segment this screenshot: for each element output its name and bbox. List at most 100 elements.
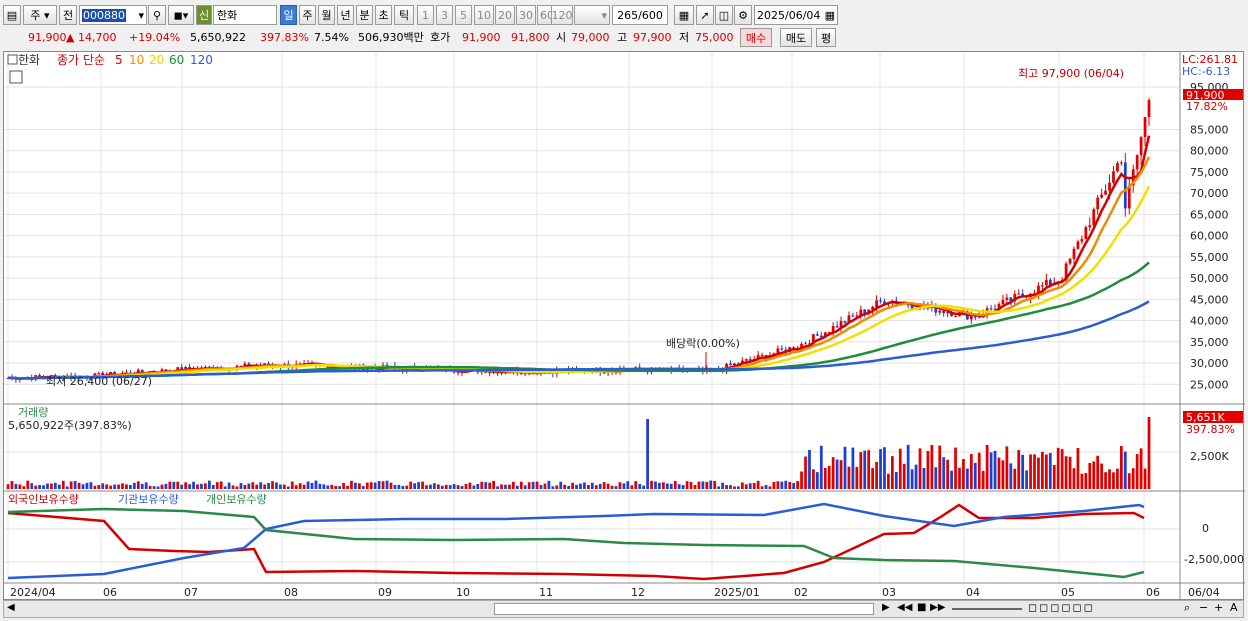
volume-bar bbox=[590, 482, 594, 489]
volume-bar bbox=[14, 483, 18, 489]
scroll-left-icon[interactable]: ◀ bbox=[7, 602, 15, 613]
volume-bar bbox=[338, 486, 342, 489]
zoom-in-icon[interactable]: + bbox=[1214, 601, 1223, 614]
settings-icon[interactable]: ⚙ bbox=[734, 5, 752, 25]
sell-button[interactable]: 매도 bbox=[780, 28, 812, 47]
volume-bar bbox=[1068, 456, 1072, 489]
calendar-icon[interactable]: ▦ bbox=[825, 9, 835, 22]
date-value: 2025/06/04 bbox=[757, 8, 821, 22]
search-icon[interactable]: ⚲ bbox=[148, 5, 166, 25]
volume-bar bbox=[942, 457, 946, 489]
volume-bar bbox=[977, 452, 981, 489]
volume-bar bbox=[839, 460, 843, 489]
volume-bar bbox=[511, 481, 515, 489]
count-field[interactable]: 265/600 bbox=[612, 5, 668, 25]
date-field[interactable]: 2025/06/04 ▦ bbox=[754, 5, 838, 25]
rewind-icon[interactable]: ◀◀ bbox=[897, 602, 912, 613]
menu-icon[interactable]: ▤ bbox=[3, 5, 21, 25]
volume-bar bbox=[97, 484, 101, 489]
volume-bar bbox=[1100, 463, 1103, 489]
volume-bar bbox=[144, 482, 148, 489]
interval-5[interactable]: 5 bbox=[455, 5, 472, 25]
volume-bar bbox=[480, 481, 484, 489]
tab-year[interactable]: 년 bbox=[337, 5, 354, 25]
volume-bar bbox=[823, 467, 827, 489]
volume-bar bbox=[693, 484, 697, 489]
scroll-thumb[interactable] bbox=[494, 603, 874, 615]
volume-bar bbox=[539, 484, 543, 489]
forward-icon[interactable]: ▶▶ bbox=[930, 602, 945, 613]
volume-bar bbox=[129, 484, 132, 489]
scroll-right-icon[interactable]: ▶ bbox=[882, 602, 890, 613]
candle-body bbox=[1080, 239, 1084, 242]
volume-bar bbox=[555, 485, 559, 489]
volume-bar bbox=[326, 485, 330, 489]
custom-interval-select[interactable]: ▾ bbox=[574, 5, 610, 25]
foreign-legend: 외국인보유수량 bbox=[8, 493, 79, 506]
volume-bar bbox=[630, 485, 634, 489]
candle-body bbox=[729, 363, 732, 366]
candle-body bbox=[875, 300, 878, 308]
avg-button[interactable]: 평 bbox=[816, 28, 836, 47]
bid-price: 91,800 bbox=[511, 31, 550, 44]
low-price: 75,000 bbox=[695, 31, 734, 44]
volume-bar bbox=[1116, 468, 1119, 489]
candle-body bbox=[1135, 155, 1139, 170]
pane-menu-icon[interactable] bbox=[7, 54, 18, 65]
speaker-icon[interactable]: ◼▾ bbox=[168, 5, 194, 25]
interval-10[interactable]: 10 bbox=[474, 5, 494, 25]
volume-bar bbox=[200, 483, 203, 489]
tab-tick[interactable]: 틱 bbox=[394, 5, 414, 25]
chart-area[interactable]: 95,000 85,000 80,000 75,000 70,000 65,000 60,0… bbox=[3, 51, 1245, 601]
tab-minute[interactable]: 분 bbox=[356, 5, 373, 25]
amount: 506,930백만 bbox=[358, 31, 424, 44]
table-icon[interactable] bbox=[9, 70, 23, 84]
volume-bar bbox=[117, 484, 120, 489]
volume-bar bbox=[1041, 451, 1044, 489]
draw-tool-icon[interactable]: ➚ bbox=[696, 5, 714, 25]
volume-bar bbox=[989, 452, 993, 489]
price-tick-label: 40,000 bbox=[1190, 315, 1229, 328]
stop-icon[interactable]: ■ bbox=[917, 602, 926, 613]
volume-bar bbox=[831, 457, 835, 489]
stock-name-field[interactable]: 한화 bbox=[213, 5, 277, 25]
tab-week[interactable]: 주 bbox=[299, 5, 316, 25]
font-size-icon[interactable]: A bbox=[1230, 601, 1238, 614]
interval-20[interactable]: 20 bbox=[495, 5, 515, 25]
interval-120[interactable]: 120 bbox=[551, 5, 573, 25]
volume-bar bbox=[279, 484, 282, 489]
volume-bar bbox=[1131, 468, 1135, 489]
tab-month[interactable]: 월 bbox=[318, 5, 335, 25]
zoom-icon[interactable]: ⌕ bbox=[1184, 601, 1190, 615]
open-label: 시 bbox=[556, 31, 567, 44]
interval-3[interactable]: 3 bbox=[436, 5, 453, 25]
candle-type-icon[interactable]: ▦ bbox=[674, 5, 694, 25]
tab-day[interactable]: 일 bbox=[280, 5, 297, 25]
view-tools-icon[interactable]: ◻◻◻◻◻◻ bbox=[1028, 601, 1095, 614]
volume-bar bbox=[638, 483, 642, 489]
buy-button[interactable]: 매수 bbox=[740, 28, 772, 47]
interval-30[interactable]: 30 bbox=[516, 5, 536, 25]
prev-button[interactable]: 전 bbox=[59, 5, 77, 25]
volume-bar bbox=[685, 481, 689, 489]
candle-body bbox=[456, 372, 460, 374]
candle-body bbox=[804, 343, 807, 345]
code-input[interactable]: 000880 ▾ bbox=[79, 5, 147, 25]
type-select[interactable]: 주 ▾ bbox=[23, 5, 57, 25]
volume-bar bbox=[954, 447, 957, 489]
volume-info: 5,650,922주(397.83%) bbox=[8, 419, 132, 432]
volume-bar bbox=[85, 482, 89, 489]
tab-second[interactable]: 초 bbox=[375, 5, 392, 25]
candle-body bbox=[97, 372, 101, 374]
volume-bar bbox=[294, 485, 298, 489]
volume-bar bbox=[938, 445, 942, 489]
scroll-bar[interactable]: ◀ ▶ ◀◀ ■ ▶▶ ◻◻◻◻◻◻ ⌕ − + A bbox=[3, 600, 1244, 618]
x-axis-label: 2024/04 bbox=[10, 586, 56, 599]
save-icon[interactable]: ◫ bbox=[715, 5, 733, 25]
interval-1[interactable]: 1 bbox=[417, 5, 434, 25]
volume-bar bbox=[377, 481, 381, 489]
zoom-out-icon[interactable]: − bbox=[1199, 601, 1208, 614]
price-tick-label: 75,000 bbox=[1190, 166, 1229, 179]
zoom-slider[interactable] bbox=[952, 608, 1022, 610]
ma10-line bbox=[7, 156, 1151, 380]
